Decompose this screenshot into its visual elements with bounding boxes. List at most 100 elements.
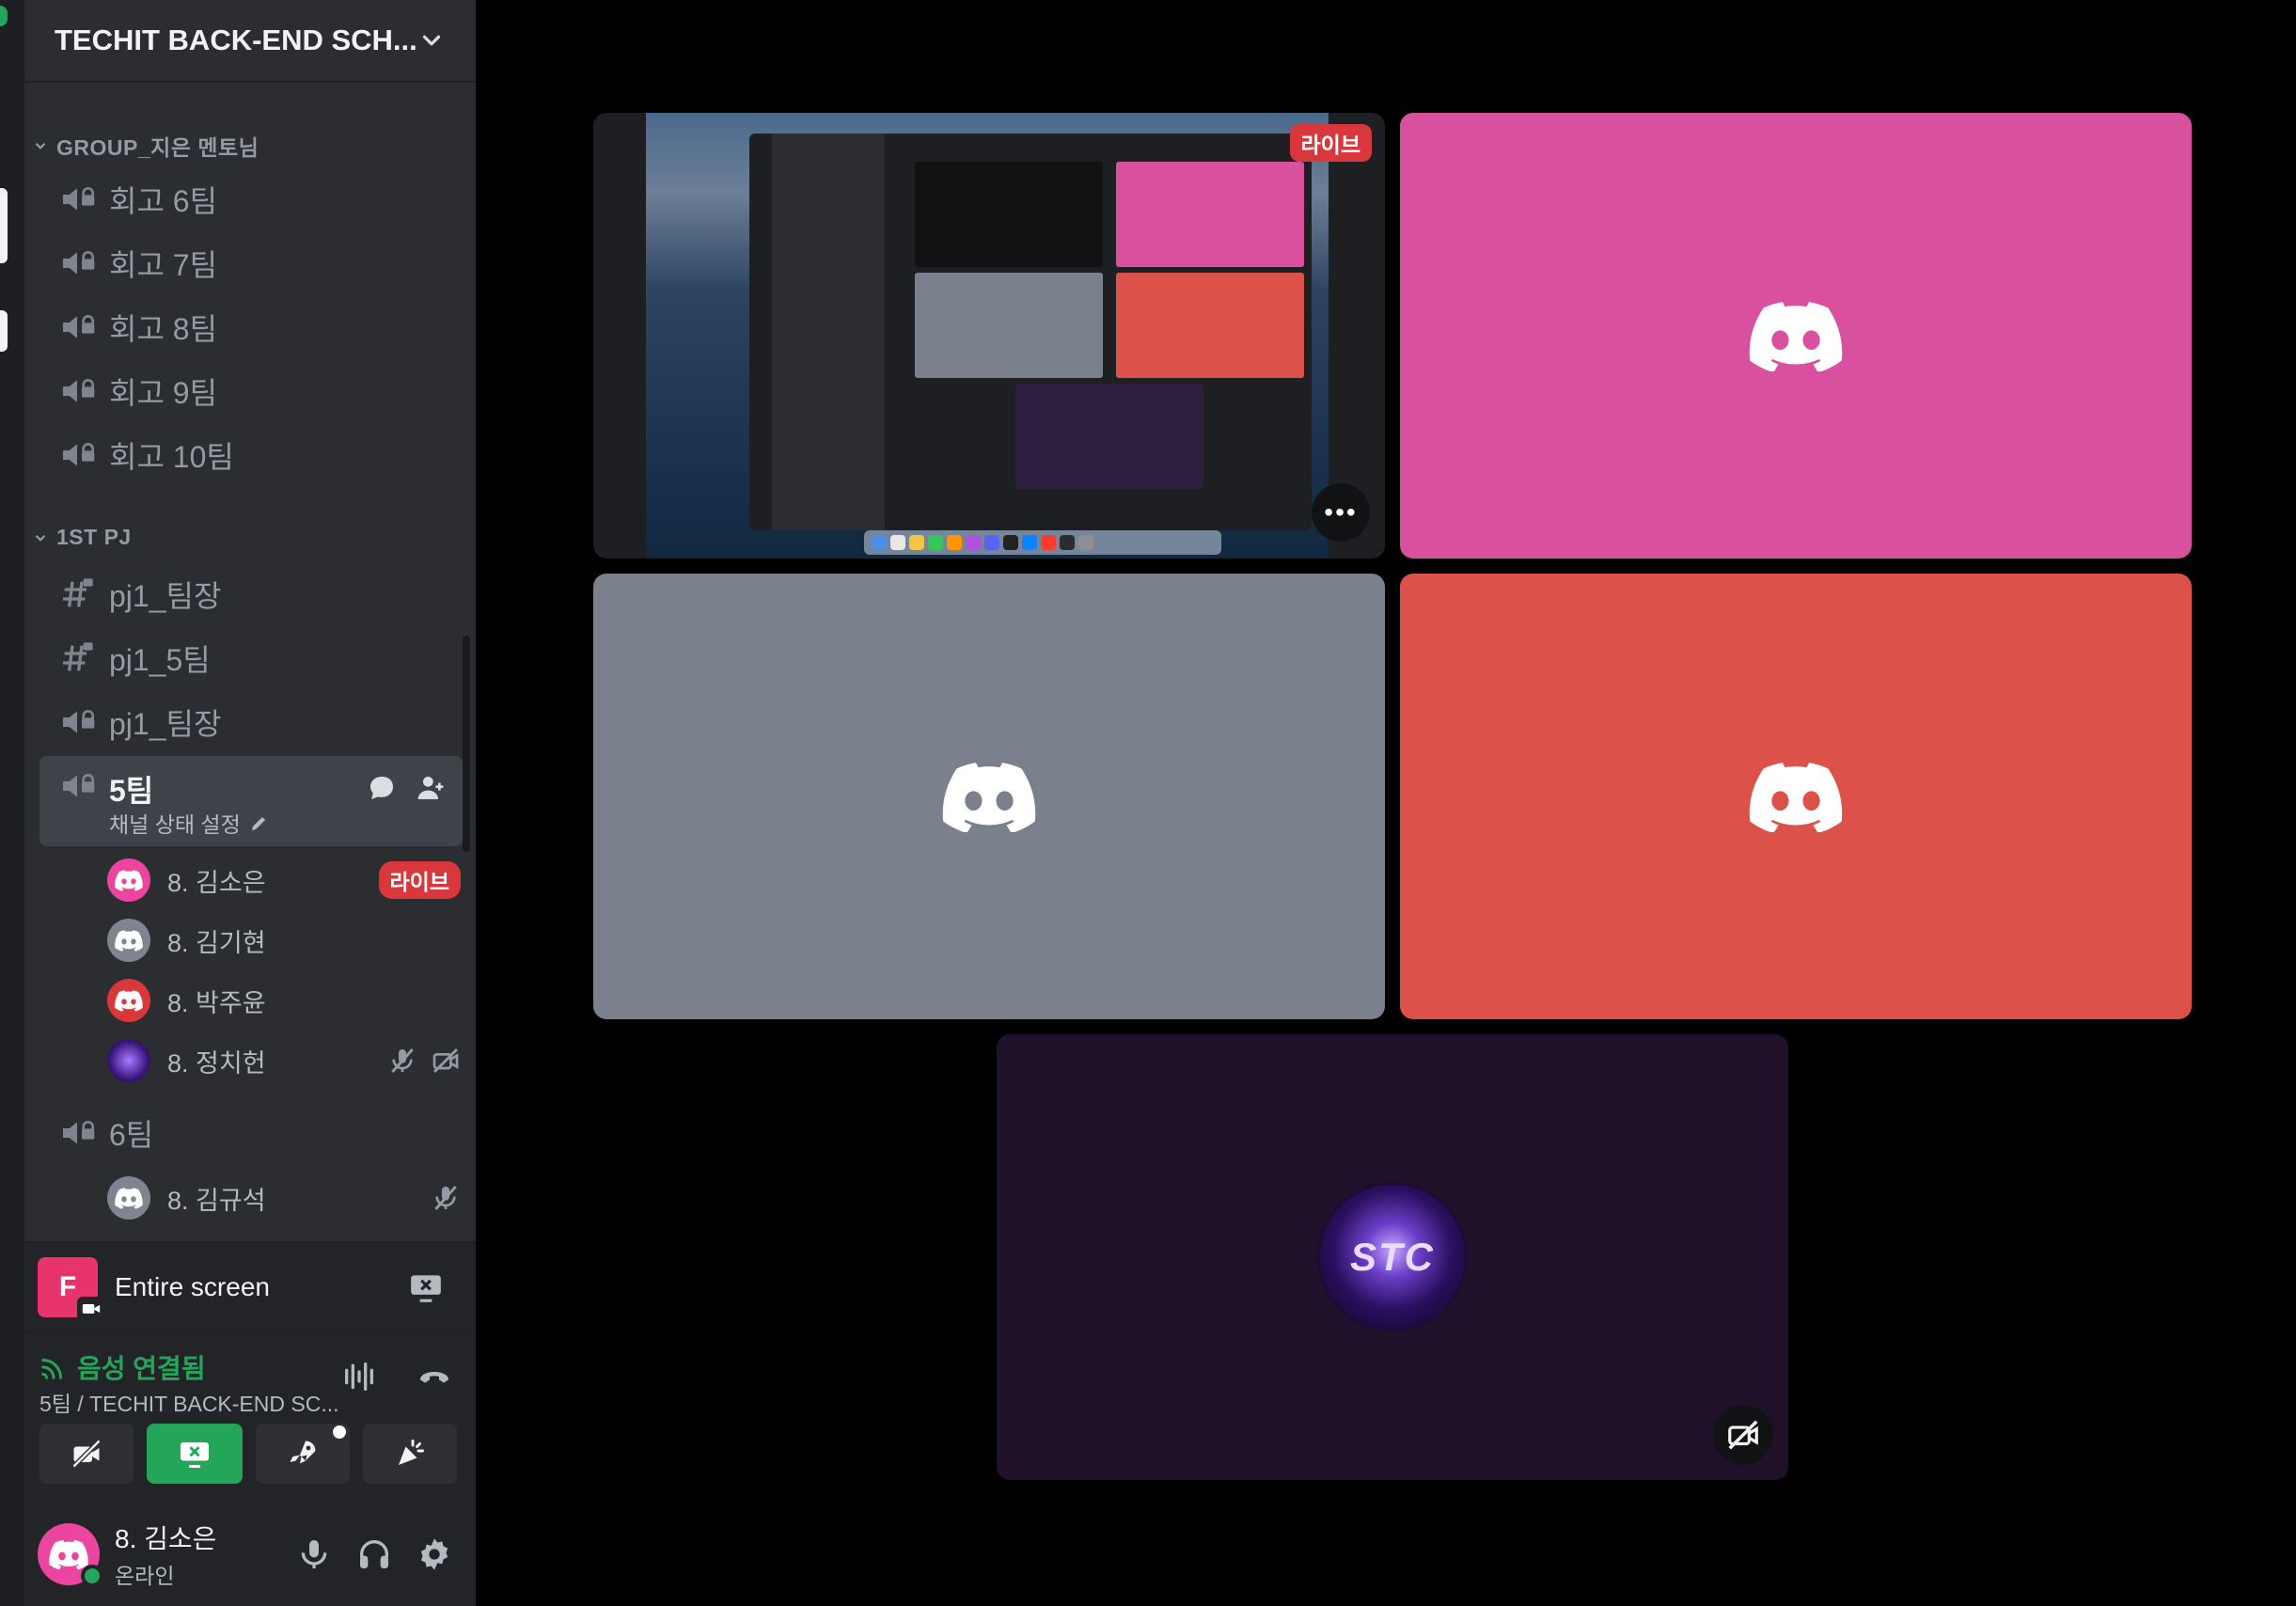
member-name: 8. 김기현: [167, 928, 266, 957]
dock-app-icon: [966, 535, 981, 550]
voice-status-label: 음성 연결됨: [77, 1354, 206, 1383]
set-channel-status[interactable]: 채널 상태 설정: [109, 807, 271, 839]
text-channel-pj1-team5[interactable]: pj1_5팀: [39, 631, 463, 685]
screen-share-thumbnail: F: [38, 1257, 105, 1321]
voice-channel-pj1-leader[interactable]: pj1_팀장: [39, 695, 463, 749]
voice-channel-locked-icon: [63, 315, 95, 339]
discord-logo-icon: [115, 870, 143, 891]
channel-name: 회고 8팀: [109, 312, 218, 346]
voice-member-jeong-chiheon[interactable]: 8. 정치헌: [107, 1034, 474, 1087]
channel-name: 5팀: [109, 774, 154, 808]
noise-suppression-icon[interactable]: [340, 1358, 378, 1395]
server-rail-unread-indicator: [0, 310, 8, 352]
text-channel-pj1-leader[interactable]: pj1_팀장: [39, 567, 463, 622]
video-tile-screen-share[interactable]: 라이브 •••: [593, 113, 1385, 559]
disconnect-icon[interactable]: [416, 1358, 453, 1395]
sidebar-scrollbar[interactable]: [463, 636, 470, 852]
user-name: 8. 김소은: [115, 1524, 217, 1553]
voice-channel-locked-icon: [63, 710, 95, 733]
stop-streaming-icon[interactable]: [408, 1269, 444, 1305]
avatar-logo-text: STC: [1350, 1235, 1435, 1279]
toggle-camera-button[interactable]: [39, 1424, 134, 1484]
channel-status-placeholder: 채널 상태 설정: [109, 812, 241, 837]
voice-channel-retro-7[interactable]: 회고 7팀: [39, 236, 463, 291]
voice-channel-retro-6[interactable]: 회고 6팀: [39, 172, 463, 227]
voice-member-park-juyun[interactable]: 8. 박주윤: [107, 974, 474, 1027]
server-name: TECHIT BACK-END SCH...: [55, 24, 417, 56]
video-off-icon: [432, 1047, 459, 1074]
video-tile-kim-gihyeon[interactable]: [593, 574, 1385, 1019]
more-options-button[interactable]: •••: [1312, 483, 1370, 542]
invite-member-icon[interactable]: [416, 773, 446, 803]
new-indicator-dot: [333, 1425, 346, 1439]
online-status-dot: [81, 1565, 103, 1587]
screen-share-panel: F Entire screen: [24, 1241, 476, 1331]
microphone-icon[interactable]: [295, 1535, 333, 1573]
video-tile-kim-soeun[interactable]: [1400, 113, 2192, 559]
thumbnail-letter: F: [58, 1271, 77, 1302]
shared-window-sidebar: [772, 134, 885, 530]
text-channel-locked-icon: [63, 578, 93, 607]
voice-status[interactable]: 음성 연결됨: [39, 1348, 206, 1386]
voice-channel-locked-icon: [63, 774, 95, 797]
voice-channel-locked-icon: [63, 379, 95, 402]
video-tile-jeong-chiheon[interactable]: STC: [997, 1034, 1788, 1480]
screen-share-label: Entire screen: [115, 1272, 270, 1301]
soundboard-button[interactable]: [363, 1424, 457, 1484]
member-name: 8. 김소은: [167, 868, 266, 897]
server-header[interactable]: TECHIT BACK-END SCH...: [24, 0, 476, 83]
headphones-icon[interactable]: [355, 1535, 393, 1573]
avatar: [107, 979, 150, 1022]
avatar: [107, 919, 150, 962]
mini-tile-purple: [1015, 384, 1203, 489]
voice-channel-locked-icon: [63, 187, 95, 211]
voice-member-kim-gihyeon[interactable]: 8. 김기현: [107, 914, 474, 967]
voice-channel-path[interactable]: 5팀 / TECHIT BACK-END SC...: [39, 1386, 340, 1418]
server-rail-selected-indicator: [0, 188, 8, 263]
voice-channel-retro-9[interactable]: 회고 9팀: [39, 364, 463, 418]
voice-channel-locked-icon: [63, 251, 95, 275]
mini-tile-screen: [915, 162, 1103, 267]
voice-channel-retro-8[interactable]: 회고 8팀: [39, 300, 463, 354]
video-hidden-button[interactable]: [1713, 1405, 1773, 1465]
screen-share-button[interactable]: [147, 1424, 243, 1484]
activities-button[interactable]: [256, 1424, 350, 1484]
video-off-icon: [71, 1439, 102, 1469]
voice-member-kim-soeun[interactable]: 8. 김소은 라이브: [107, 854, 474, 906]
voice-channel-locked-icon: [63, 443, 95, 466]
member-name: 8. 박주윤: [167, 988, 266, 1017]
dock-app-icon: [890, 535, 905, 550]
dock-app-icon: [909, 535, 924, 550]
chat-bubble-icon[interactable]: [367, 773, 397, 803]
chevron-down-icon: [422, 35, 441, 46]
channel-name: 회고 10팀: [109, 440, 234, 474]
channel-name: pj1_팀장: [109, 579, 222, 613]
dock-app-icon: [872, 535, 887, 550]
voice-channel-retro-10[interactable]: 회고 10팀: [39, 428, 463, 482]
user-avatar[interactable]: [38, 1523, 103, 1587]
mic-muted-icon: [391, 1048, 414, 1073]
video-tile-park-juyun[interactable]: [1400, 574, 2192, 1019]
user-info[interactable]: 8. 김소은 온라인: [115, 1519, 295, 1590]
channel-name: 회고 7팀: [109, 248, 218, 282]
server-rail-indicator: [0, 6, 8, 26]
category-label: GROUP_지은 멘토님: [56, 135, 259, 160]
discord-logo-icon: [942, 763, 1036, 832]
voice-member-kim-gyuseok[interactable]: 8. 김규석: [107, 1172, 474, 1224]
category-label: 1ST PJ: [56, 525, 132, 549]
settings-gear-icon[interactable]: [416, 1535, 453, 1573]
chevron-down-icon: [35, 142, 46, 150]
voice-channel-team5[interactable]: 5팀 채널 상태 설정: [39, 756, 463, 846]
voice-channel-team6[interactable]: 6팀: [39, 1106, 463, 1160]
discord-logo-icon: [115, 930, 143, 952]
discord-logo-icon: [115, 990, 143, 1012]
channel-name: 6팀: [109, 1118, 154, 1152]
server-rail: [0, 0, 24, 1606]
video-off-icon: [1728, 1420, 1758, 1450]
avatar: [107, 1176, 150, 1220]
dock-app-icon: [1060, 535, 1075, 550]
shared-discord-window: [749, 134, 1312, 530]
category-group[interactable]: GROUP_지은 멘토님: [32, 130, 259, 162]
member-name: 8. 김규석: [167, 1186, 266, 1215]
category-1st-pj[interactable]: 1ST PJ: [32, 525, 132, 550]
